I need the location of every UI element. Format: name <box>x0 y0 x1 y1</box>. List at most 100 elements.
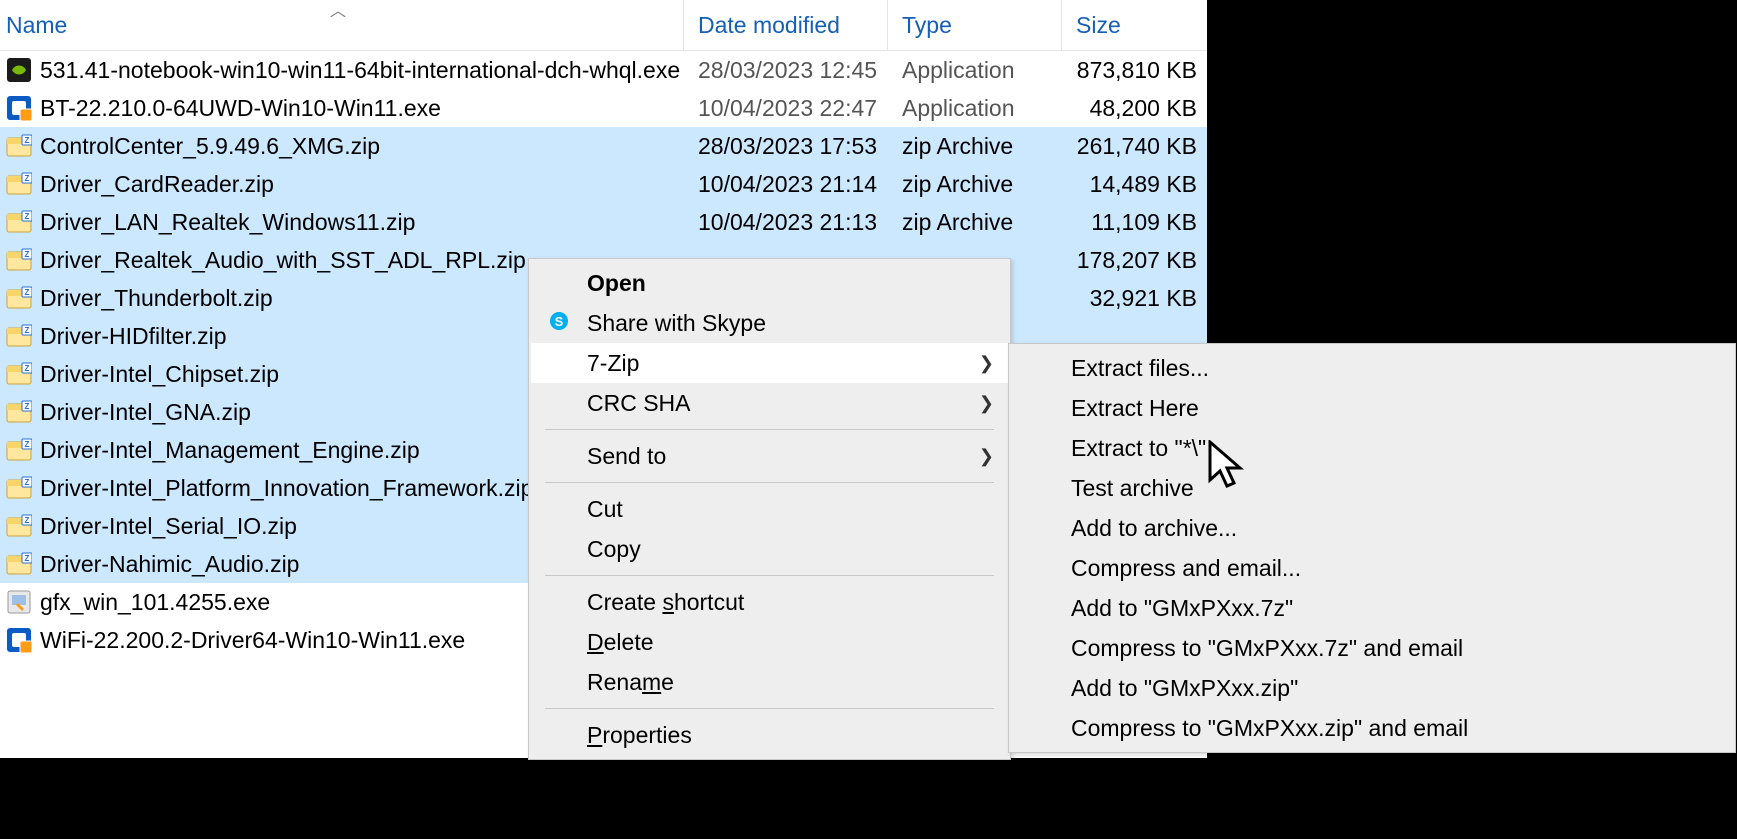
cell-name: ZControlCenter_5.9.49.6_XMG.zip <box>0 133 684 160</box>
menu-item-rename[interactable]: Rename <box>531 662 1008 702</box>
submenu-item-compress-and-email[interactable]: Compress and email... <box>1011 548 1733 588</box>
svg-text:Z: Z <box>25 174 30 183</box>
cell-size: 11,109 KB <box>1062 209 1207 236</box>
menu-item-cut[interactable]: Cut <box>531 489 1008 529</box>
cell-name: BT-22.210.0-64UWD-Win10-Win11.exe <box>0 95 684 122</box>
submenu-item-label: Extract to "*\" <box>1071 435 1206 462</box>
file-name-label: gfx_win_101.4255.exe <box>40 589 270 616</box>
context-menu: Open S Share with Skype 7-Zip ❯ CRC SHA … <box>528 258 1011 760</box>
svg-text:Z: Z <box>25 212 30 221</box>
menu-item-open[interactable]: Open <box>531 263 1008 303</box>
cell-date-modified: 10/04/2023 21:13 <box>684 209 888 236</box>
menu-item-send-to[interactable]: Send to ❯ <box>531 436 1008 476</box>
cell-date-modified: 10/04/2023 22:47 <box>684 95 888 122</box>
menu-item-crc-sha[interactable]: CRC SHA ❯ <box>531 383 1008 423</box>
submenu-item-label: Test archive <box>1071 475 1194 502</box>
cell-size: 873,810 KB <box>1062 57 1207 84</box>
submenu-item-label: Extract files... <box>1071 355 1209 382</box>
menu-item-label: Create shortcut <box>587 589 744 616</box>
column-header-date-modified[interactable]: Date modified <box>684 0 888 50</box>
cell-date-modified: 28/03/2023 17:53 <box>684 133 888 160</box>
file-name-label: Driver-Intel_GNA.zip <box>40 399 251 426</box>
cell-type: zip Archive <box>888 209 1062 236</box>
menu-item-7-zip[interactable]: 7-Zip ❯ <box>531 343 1008 383</box>
file-name-label: 531.41-notebook-win10-win11-64bit-intern… <box>40 57 680 84</box>
cell-size: 48,200 KB <box>1062 95 1207 122</box>
zip-icon: Z <box>6 475 32 501</box>
submenu-item-extract-to[interactable]: Extract to "*\" <box>1011 428 1733 468</box>
cell-size: 261,740 KB <box>1062 133 1207 160</box>
menu-item-delete[interactable]: Delete <box>531 622 1008 662</box>
svg-text:Z: Z <box>25 478 30 487</box>
menu-item-properties[interactable]: Properties <box>531 715 1008 755</box>
zip-icon: Z <box>6 323 32 349</box>
menu-item-label: Rename <box>587 669 674 696</box>
file-name-label: Driver-Intel_Serial_IO.zip <box>40 513 297 540</box>
submenu-item-add-to-7z[interactable]: Add to "GMxPXxx.7z" <box>1011 588 1733 628</box>
submenu-item-extract-here[interactable]: Extract Here <box>1011 388 1733 428</box>
table-row[interactable]: Z Driver_CardReader.zip 10/04/2023 21:14zi… <box>0 165 1207 203</box>
zip-icon: Z <box>6 285 32 311</box>
menu-item-label: Delete <box>587 629 654 656</box>
skype-icon: S <box>547 310 571 337</box>
svg-text:Z: Z <box>25 136 30 145</box>
menu-item-label: Properties <box>587 722 692 749</box>
cell-type: Application <box>888 95 1062 122</box>
file-name-label: Driver-Intel_Chipset.zip <box>40 361 279 388</box>
file-name-label: Driver-Intel_Management_Engine.zip <box>40 437 420 464</box>
file-name-label: Driver_Realtek_Audio_with_SST_ADL_RPL.zi… <box>40 247 526 274</box>
table-row[interactable]: ZControlCenter_5.9.49.6_XMG.zip28/03/202… <box>0 127 1207 165</box>
file-name-label: Driver-HIDfilter.zip <box>40 323 227 350</box>
column-header-type[interactable]: Type <box>888 0 1062 50</box>
submenu-item-test-archive[interactable]: Test archive <box>1011 468 1733 508</box>
submenu-item-compress-to-zip-and-email[interactable]: Compress to "GMxPXxx.zip" and email <box>1011 708 1733 748</box>
submenu-item-extract-files[interactable]: Extract files... <box>1011 348 1733 388</box>
menu-item-label: Share with Skype <box>587 310 766 337</box>
cell-size: 14,489 KB <box>1062 171 1207 198</box>
submenu-item-label: Add to "GMxPXxx.zip" <box>1071 675 1298 702</box>
submenu-item-label: Compress to "GMxPXxx.7z" and email <box>1071 635 1463 662</box>
intel-icon <box>6 95 32 121</box>
file-name-label: Driver_Thunderbolt.zip <box>40 285 273 312</box>
submenu-item-compress-to-7z-and-email[interactable]: Compress to "GMxPXxx.7z" and email <box>1011 628 1733 668</box>
cell-name: ZDriver_LAN_Realtek_Windows11.zip <box>0 209 684 236</box>
submenu-arrow-icon: ❯ <box>979 353 994 374</box>
zip-icon: Z <box>6 247 32 273</box>
cell-type: zip Archive <box>888 171 1062 198</box>
zip-icon: Z <box>6 133 32 159</box>
table-row[interactable]: BT-22.210.0-64UWD-Win10-Win11.exe10/04/2… <box>0 89 1207 127</box>
menu-item-create-shortcut[interactable]: Create shortcut <box>531 582 1008 622</box>
submenu-arrow-icon: ❯ <box>979 393 994 414</box>
menu-item-label: Cut <box>587 496 623 523</box>
seven-zip-submenu: Extract files... Extract Here Extract to… <box>1008 343 1736 753</box>
cell-date-modified: 28/03/2023 12:45 <box>684 57 888 84</box>
zip-icon: Z <box>6 399 32 425</box>
submenu-item-add-to-archive[interactable]: Add to archive... <box>1011 508 1733 548</box>
sort-ascending-icon: ︿ <box>330 0 346 21</box>
submenu-arrow-icon: ❯ <box>979 446 994 467</box>
file-name-label: Driver-Intel_Platform_Innovation_Framewo… <box>40 475 533 502</box>
submenu-item-label: Compress and email... <box>1071 555 1301 582</box>
svg-text:Z: Z <box>25 326 30 335</box>
cell-type: Application <box>888 57 1062 84</box>
zip-icon: Z <box>6 171 32 197</box>
zip-icon: Z <box>6 209 32 235</box>
svg-text:Z: Z <box>25 402 30 411</box>
menu-item-label: CRC SHA <box>587 390 691 417</box>
column-header-size[interactable]: Size <box>1062 0 1207 50</box>
table-row[interactable]: 531.41-notebook-win10-win11-64bit-intern… <box>0 51 1207 89</box>
svg-text:Z: Z <box>25 250 30 259</box>
zip-icon: Z <box>6 513 32 539</box>
zip-icon: Z <box>6 551 32 577</box>
intel-icon <box>6 627 32 653</box>
svg-text:Z: Z <box>25 440 30 449</box>
submenu-item-add-to-zip[interactable]: Add to "GMxPXxx.zip" <box>1011 668 1733 708</box>
menu-item-copy[interactable]: Copy <box>531 529 1008 569</box>
cell-date-modified: 10/04/2023 21:14 <box>684 171 888 198</box>
file-name-label: Driver_CardReader.zip <box>40 171 274 198</box>
table-row[interactable]: ZDriver_LAN_Realtek_Windows11.zip10/04/2… <box>0 203 1207 241</box>
menu-separator <box>545 482 994 483</box>
menu-separator <box>545 575 994 576</box>
menu-item-share-with-skype[interactable]: S Share with Skype <box>531 303 1008 343</box>
file-name-label: Driver-Nahimic_Audio.zip <box>40 551 299 578</box>
